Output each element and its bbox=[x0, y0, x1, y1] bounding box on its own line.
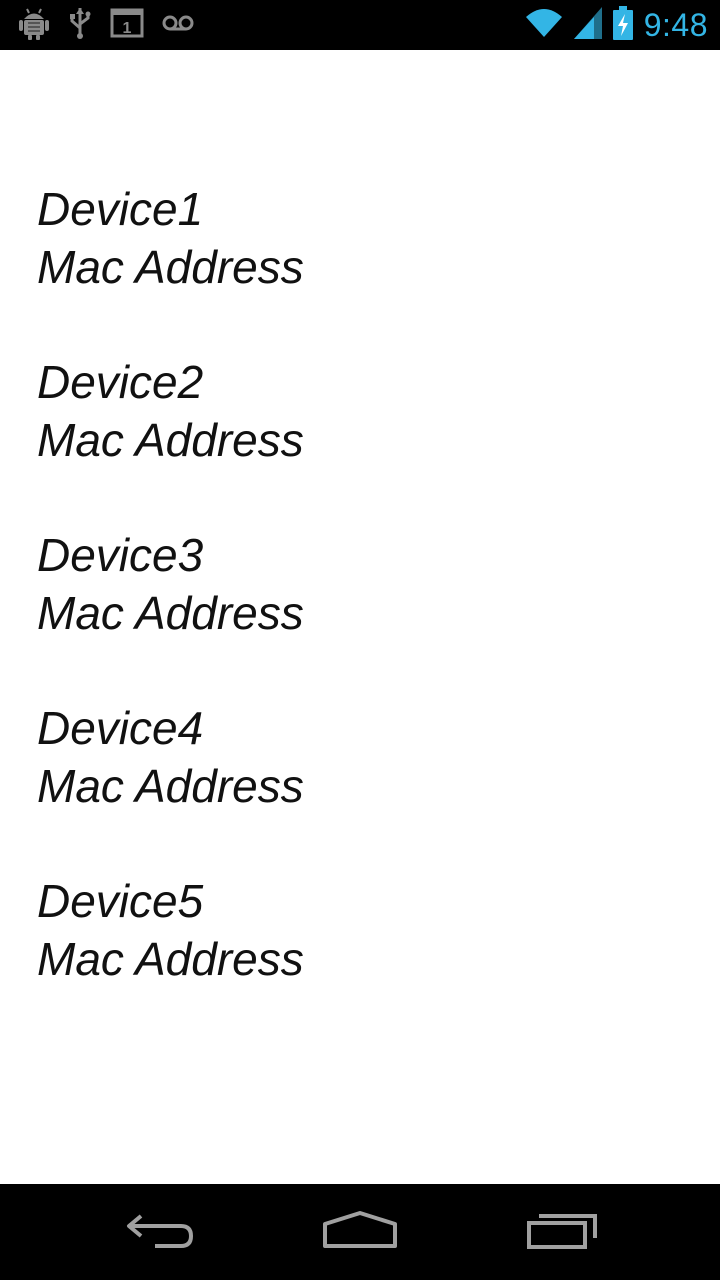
list-item-device-5[interactable]: Device5 Mac Address bbox=[37, 872, 677, 1045]
recent-apps-icon bbox=[526, 1210, 598, 1255]
device-mac-address: Mac Address bbox=[37, 760, 304, 812]
list-item-device-1[interactable]: Device1 Mac Address bbox=[37, 180, 677, 353]
back-icon bbox=[125, 1210, 195, 1255]
battery-charging-icon bbox=[612, 5, 634, 45]
list-item-device-2[interactable]: Device2 Mac Address bbox=[37, 353, 677, 526]
calendar-day-text: 1 bbox=[123, 20, 132, 37]
clock-time: 9:48 bbox=[643, 6, 708, 43]
status-bar: 1 9:48 bbox=[0, 0, 720, 50]
list-item-device-3[interactable]: Device3 Mac Address bbox=[37, 526, 677, 699]
signal-icon bbox=[573, 6, 602, 44]
device-mac-address: Mac Address bbox=[37, 241, 304, 293]
recent-apps-button[interactable] bbox=[502, 1202, 622, 1262]
device-name: Device1 bbox=[37, 183, 204, 235]
system-icons: 9:48 bbox=[524, 5, 708, 45]
device-name: Device2 bbox=[37, 356, 204, 408]
device-mac-address: Mac Address bbox=[37, 414, 304, 466]
android-debug-icon bbox=[18, 6, 50, 45]
navigation-bar bbox=[0, 1184, 720, 1280]
calendar-icon: 1 bbox=[110, 8, 144, 43]
device-list: Device1 Mac Address Device2 Mac Address … bbox=[37, 180, 677, 1045]
home-button[interactable] bbox=[300, 1202, 420, 1262]
usb-icon bbox=[68, 6, 92, 45]
main-content: Device1 Mac Address Device2 Mac Address … bbox=[0, 50, 720, 1184]
device-mac-address: Mac Address bbox=[37, 587, 304, 639]
device-name: Device4 bbox=[37, 702, 204, 754]
list-item-device-4[interactable]: Device4 Mac Address bbox=[37, 699, 677, 872]
notification-icons: 1 bbox=[18, 6, 194, 44]
device-name: Device5 bbox=[37, 875, 204, 927]
device-name: Device3 bbox=[37, 529, 204, 581]
home-icon bbox=[322, 1210, 398, 1255]
voicemail-icon bbox=[162, 13, 194, 38]
back-button[interactable] bbox=[100, 1202, 220, 1262]
wifi-icon bbox=[524, 7, 564, 44]
device-mac-address: Mac Address bbox=[37, 933, 304, 985]
